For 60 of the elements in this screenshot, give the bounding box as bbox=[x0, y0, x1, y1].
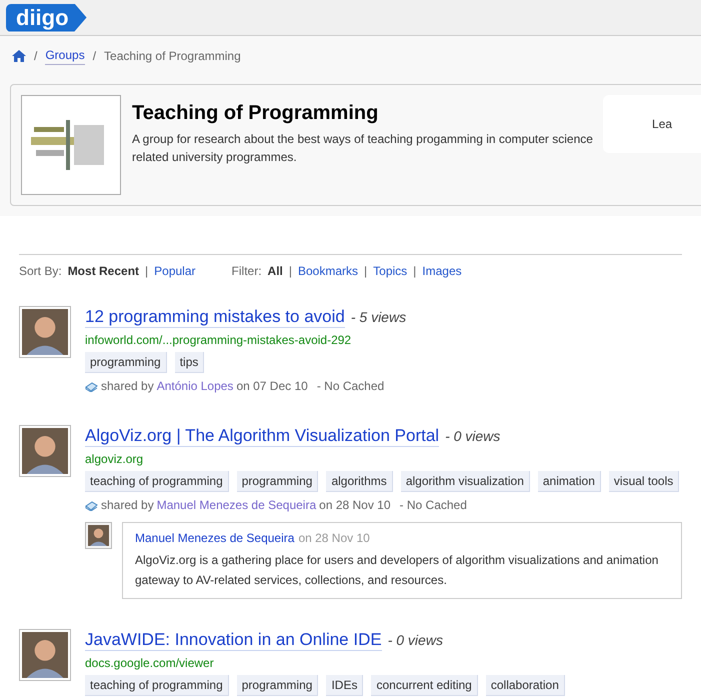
cache-status: - No Cached bbox=[400, 497, 467, 514]
shared-label: shared by bbox=[101, 378, 154, 395]
tag-chip[interactable]: teaching of programming bbox=[85, 675, 229, 696]
author-link[interactable]: António Lopes bbox=[156, 377, 234, 395]
book-icon bbox=[85, 499, 98, 511]
comment-text: AlgoViz.org is a gathering place for users and developers of algorithm visualizations and animation gateway to AV-related services, collections, and resources. bbox=[135, 552, 660, 589]
tag-chip[interactable]: tips bbox=[174, 352, 204, 373]
comment-date: on 28 Nov 10 bbox=[298, 530, 370, 547]
shared-date: on 28 Nov 10 bbox=[319, 497, 391, 514]
separator: | bbox=[145, 263, 148, 280]
tag-chip[interactable]: programming bbox=[236, 675, 318, 696]
diigo-logo[interactable]: diigo bbox=[6, 4, 87, 32]
bookmark-url: docs.google.com/viewer bbox=[85, 655, 215, 672]
filter-link[interactable]: Bookmarks bbox=[298, 262, 358, 280]
side-button[interactable]: Lea bbox=[603, 95, 701, 153]
avatar-placeholder bbox=[19, 629, 71, 681]
tag-chip[interactable]: collaboration bbox=[486, 675, 565, 696]
tag-chip[interactable]: teaching of programming bbox=[85, 471, 229, 492]
tag-chip[interactable]: programming bbox=[85, 352, 167, 373]
tag-chip[interactable]: programming bbox=[236, 471, 318, 492]
view-count: - 0 views bbox=[445, 427, 500, 446]
author-link[interactable]: Manuel Menezes de Sequeira bbox=[156, 496, 316, 514]
sort-label: Sort By: bbox=[19, 263, 62, 280]
comment-author-link[interactable]: Manuel Menezes de Sequeira bbox=[135, 529, 294, 547]
bookmark-title-link[interactable]: 12 programming mistakes to avoid bbox=[85, 306, 345, 328]
tag-chip[interactable]: algorithms bbox=[326, 471, 393, 492]
separator: | bbox=[288, 263, 292, 280]
group-title: Teaching of Programming bbox=[132, 101, 380, 126]
home-icon[interactable] bbox=[12, 50, 26, 62]
filter-link[interactable]: Images bbox=[422, 262, 462, 280]
tag-chip[interactable]: animation bbox=[538, 471, 601, 492]
breadcrumb-separator: / bbox=[34, 48, 38, 64]
avatar-placeholder bbox=[19, 425, 71, 477]
bookmark-url: algoviz.org bbox=[85, 451, 144, 468]
tag-chip[interactable]: IDEs bbox=[326, 675, 364, 696]
avatar-placeholder bbox=[19, 306, 71, 358]
filter-link[interactable]: Most Recent bbox=[68, 262, 140, 280]
breadcrumb-current: Teaching of Programming bbox=[104, 48, 241, 64]
view-count: - 5 views bbox=[350, 308, 406, 327]
tag-chip[interactable]: visual tools bbox=[608, 471, 680, 492]
tag-chip[interactable]: concurrent editing bbox=[371, 675, 478, 696]
breadcrumb-link[interactable]: Groups bbox=[45, 46, 85, 65]
group-description: A group for research about the best ways of teaching progamming in computer science related university programmes. bbox=[132, 131, 594, 166]
filter-label: Filter: bbox=[232, 263, 262, 280]
bookmark-url: infoworld.com/...programming-mistakes-avoid-292 bbox=[85, 332, 352, 349]
cache-status: - No Cached bbox=[316, 378, 384, 395]
shared-label: shared by bbox=[101, 497, 154, 514]
view-count: - 0 views bbox=[388, 631, 443, 650]
avatar-placeholder bbox=[85, 522, 112, 549]
book-icon bbox=[85, 380, 98, 392]
shared-date: on 07 Dec 10 bbox=[236, 378, 308, 395]
filter-link[interactable]: All bbox=[268, 262, 283, 280]
bookmark-title-link[interactable]: AlgoViz.org | The Algorithm Visualization Portal bbox=[85, 425, 440, 447]
filter-link[interactable]: Topics bbox=[373, 262, 408, 280]
tag-chip[interactable]: algorithm visualization bbox=[400, 471, 530, 492]
breadcrumb-separator: / bbox=[92, 48, 96, 64]
bookmark-title-link[interactable]: JavaWIDE: Innovation in an Online IDE bbox=[85, 629, 382, 651]
separator: | bbox=[364, 263, 368, 280]
filter-link[interactable]: Popular bbox=[154, 262, 196, 280]
separator: | bbox=[413, 263, 416, 280]
